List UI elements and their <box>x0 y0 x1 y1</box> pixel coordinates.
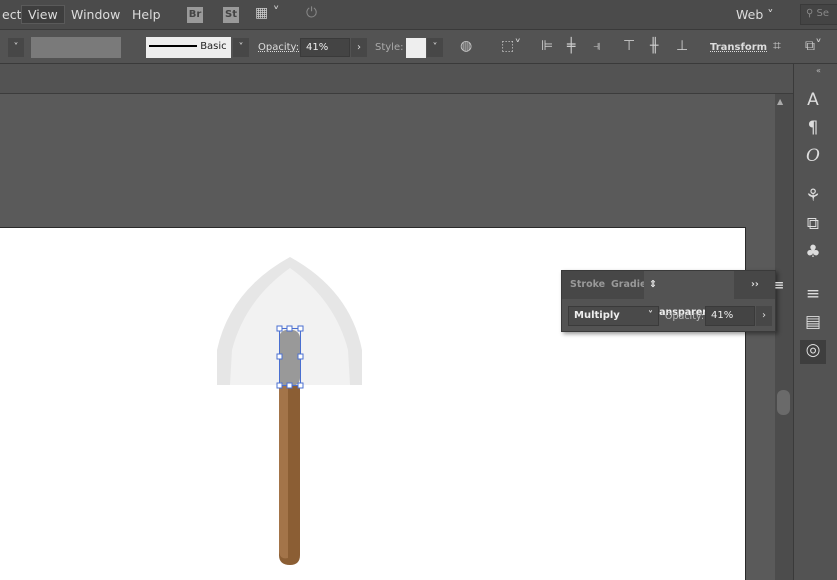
panel-opacity-input[interactable]: 41% <box>705 306 755 326</box>
transform-panel-icon[interactable]: ⧉ <box>803 214 823 234</box>
more-options-icon[interactable]: ⧉˅ <box>805 38 822 54</box>
stroke-panel-icon[interactable]: ≡ <box>803 284 823 304</box>
panel-expand-icon[interactable]: ›› <box>746 271 764 299</box>
symbols-icon[interactable]: ⚘ <box>803 186 823 206</box>
paragraph-icon[interactable]: ¶ <box>803 118 823 138</box>
gradient-panel-icon[interactable]: ▤ <box>803 312 823 332</box>
tab-transparency[interactable]: ⇕ Transparency <box>644 271 734 318</box>
transparency-panel: Stroke Gradie ⇕ Transparency ›› ≡ Multip… <box>561 270 784 332</box>
transparency-panel-icon[interactable]: ◎ <box>800 340 826 364</box>
search-placeholder: Se <box>816 8 830 19</box>
vertical-scrollbar[interactable] <box>775 94 793 580</box>
collapse-dock-icon[interactable]: « <box>816 66 821 75</box>
panel-menu-icon[interactable]: ≡ <box>769 271 789 299</box>
blend-mode-value: Multiply <box>574 310 620 321</box>
shovel-handle-highlight <box>279 386 288 559</box>
panel-opacity-label: Opacity: <box>665 311 705 322</box>
symbols-club-icon[interactable]: ♣ <box>803 242 823 262</box>
search-input[interactable]: ⚲ Se <box>800 4 837 25</box>
opentype-icon[interactable]: O <box>803 146 823 166</box>
scrollbar-thumb[interactable] <box>777 390 790 415</box>
scroll-up-arrow[interactable]: ▲ <box>777 97 783 106</box>
blend-mode-select[interactable]: Multiply ˅ <box>568 306 659 326</box>
tab-stroke[interactable]: Stroke <box>565 271 610 299</box>
character-icon[interactable]: A <box>803 90 823 110</box>
panel-opacity-arrow[interactable]: › <box>756 306 772 326</box>
